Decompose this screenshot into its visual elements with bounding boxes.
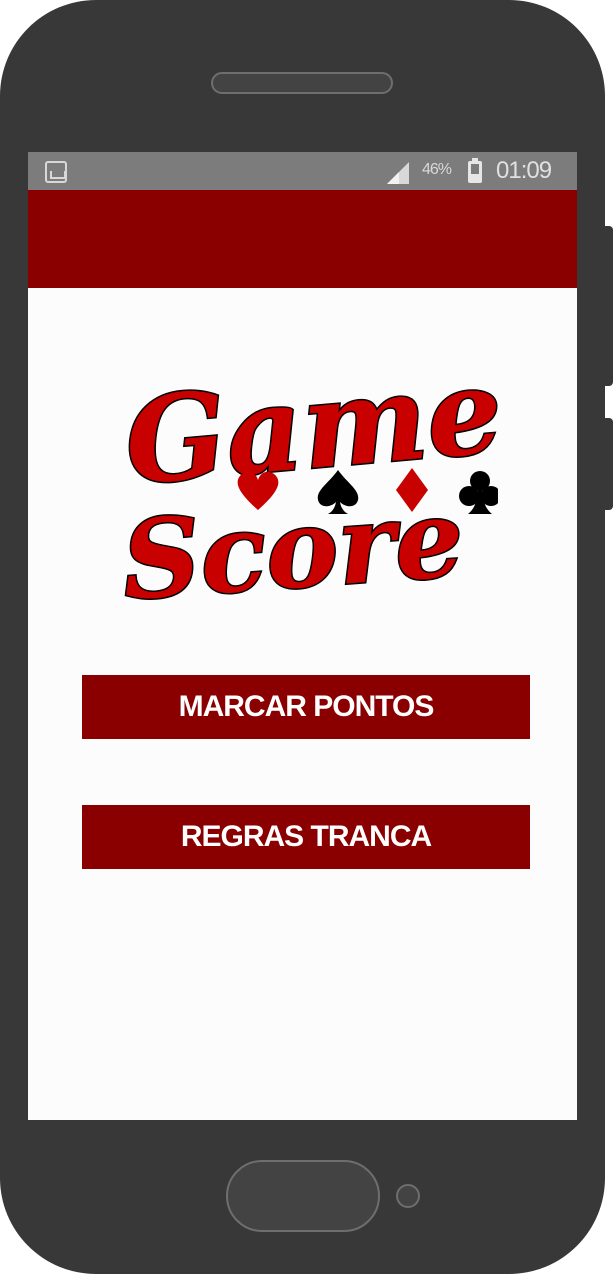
earpiece-speaker <box>211 72 393 94</box>
game-score-logo: Game Score <box>118 348 498 608</box>
battery-percent: 46% <box>422 161 452 178</box>
battery-icon <box>468 158 482 183</box>
status-time: 01:09 <box>496 157 552 184</box>
volume-button[interactable] <box>603 226 613 386</box>
marcar-pontos-button[interactable]: MARCAR PONTOS <box>82 675 530 739</box>
status-bar: 46% 01:09 <box>28 152 577 190</box>
cell-signal-icon <box>387 162 409 184</box>
regras-tranca-button[interactable]: REGRAS TRANCA <box>82 805 530 869</box>
app-bar <box>28 190 577 288</box>
screenshot-notification-icon <box>45 161 67 183</box>
home-button[interactable] <box>226 1160 380 1232</box>
proximity-sensor <box>396 1184 420 1208</box>
power-button[interactable] <box>603 418 613 510</box>
app-screen: 46% 01:09 Game Score MARCAR PONTOS REGRA… <box>28 152 577 1120</box>
